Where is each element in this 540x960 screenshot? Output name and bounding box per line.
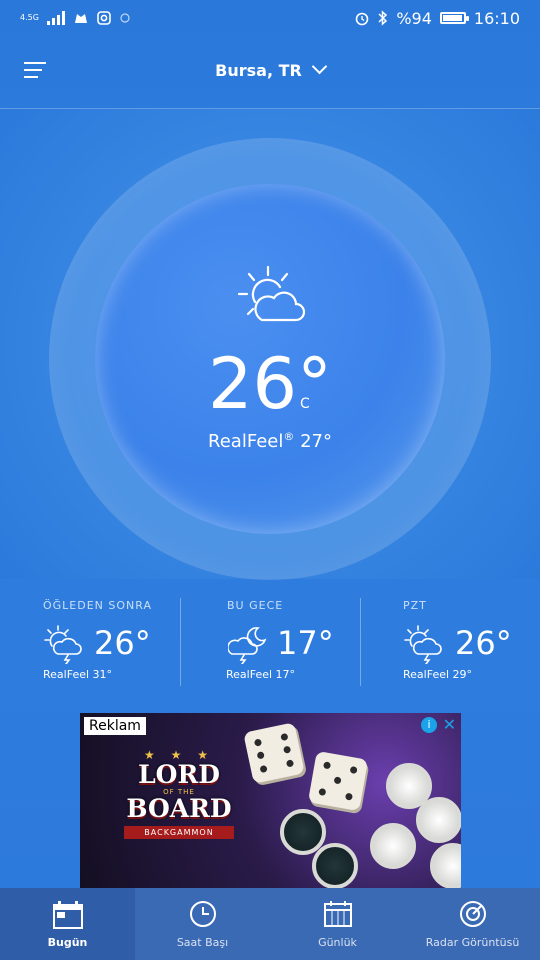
- forecast-strip: ÖĞLEDEN SONRA 26° RealFeel 31° BU GECE 1…: [0, 594, 540, 690]
- forecast-monday[interactable]: PZT 26° RealFeel 29°: [360, 594, 540, 690]
- nav-daily[interactable]: Günlük: [270, 888, 405, 960]
- battery-icon: [439, 12, 469, 24]
- nav-radar[interactable]: Radar Görüntüsü: [405, 888, 540, 960]
- current-temperature: 26°: [207, 343, 333, 425]
- moon-cloud-storm-icon: [228, 627, 267, 664]
- sun-cloud-storm-icon: [404, 625, 442, 664]
- nav-label: Radar Görüntüsü: [425, 936, 520, 949]
- ad-game-logo: ★ ★ ★ LORD OF THE BOARD BACKGAMMON: [124, 748, 234, 856]
- temperature-unit: C: [300, 396, 310, 412]
- close-icon[interactable]: ✕: [443, 715, 456, 734]
- app-header: Bursa, TR: [0, 36, 540, 109]
- checker-image: [430, 843, 461, 888]
- location-name: Bursa, TR: [215, 61, 302, 80]
- ad-label: Reklam: [84, 717, 146, 735]
- sun-cloud-storm-icon: [44, 625, 82, 664]
- clock-icon: [189, 901, 216, 927]
- nav-label: Günlük: [318, 936, 357, 949]
- forecast-realfeel: RealFeel 17°: [226, 668, 296, 681]
- nav-today[interactable]: Bugün: [0, 888, 135, 960]
- chevron-down-icon: [311, 58, 328, 75]
- network-type: 4.5G: [20, 13, 39, 22]
- nav-hourly[interactable]: Saat Başı: [135, 888, 270, 960]
- bluetooth-icon: [378, 10, 388, 26]
- ad-banner[interactable]: Reklam i ✕ ★ ★ ★ LORD OF THE BOARD BACKG…: [80, 713, 461, 888]
- nav-label: Bugün: [47, 936, 88, 949]
- forecast-temp: 26°: [94, 624, 151, 662]
- dice-image: [307, 750, 369, 812]
- calendar-icon: [323, 901, 352, 927]
- info-icon[interactable]: i: [421, 717, 437, 733]
- forecast-label: BU GECE: [227, 599, 284, 612]
- dice-image: [243, 722, 305, 784]
- instagram-icon: [97, 11, 111, 25]
- forecast-label: ÖĞLEDEN SONRA: [43, 599, 152, 612]
- notification-app-icon: [74, 14, 87, 23]
- forecast-afternoon[interactable]: ÖĞLEDEN SONRA 26° RealFeel 31°: [0, 594, 180, 690]
- forecast-realfeel: RealFeel 31°: [43, 668, 113, 681]
- forecast-temp: 17°: [277, 624, 334, 662]
- current-realfeel: RealFeel® 27°: [208, 430, 332, 452]
- forecast-tonight[interactable]: BU GECE 17° RealFeel 17°: [180, 594, 360, 690]
- radar-icon: [459, 901, 486, 927]
- calendar-today-icon: [52, 901, 83, 929]
- forecast-temp: 26°: [455, 624, 512, 662]
- battery-percent: %94: [396, 8, 432, 28]
- sync-icon: [120, 13, 130, 23]
- checker-image: [370, 823, 416, 869]
- clock-time: 16:10: [473, 8, 520, 28]
- partly-sunny-icon: [237, 265, 306, 322]
- checker-image: [416, 797, 461, 843]
- bottom-navigation: Bugün Saat Başı Günlük Radar Görüntüsü: [0, 888, 540, 960]
- forecast-label: PZT: [403, 599, 427, 612]
- forecast-realfeel: RealFeel 29°: [403, 668, 473, 681]
- alarm-icon: [356, 12, 369, 26]
- status-bar: 4.5G %94 16:10: [0, 0, 540, 36]
- checker-image: [312, 843, 358, 888]
- nav-label: Saat Başı: [176, 936, 229, 949]
- signal-icon: [46, 11, 65, 25]
- location-selector[interactable]: Bursa, TR: [0, 58, 540, 80]
